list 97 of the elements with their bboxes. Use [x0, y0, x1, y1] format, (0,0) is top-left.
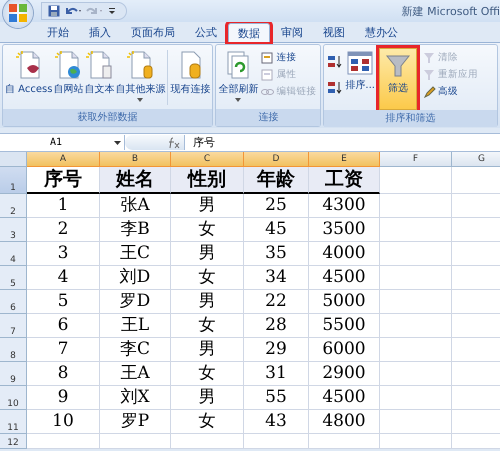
table-cell: 29: [244, 338, 309, 362]
table-cell: 王C: [100, 242, 171, 266]
table-cell: 刘D: [100, 266, 171, 290]
ribbon-button[interactable]: 自其他来源: [115, 48, 166, 104]
table-cell: 男: [171, 194, 244, 218]
table-cell: 5500: [309, 314, 380, 338]
table-cell: 性别: [171, 167, 244, 194]
table-cell: 罗D: [100, 290, 171, 314]
ribbon-button[interactable]: 自网站: [53, 48, 84, 98]
table-cell: 男: [171, 242, 244, 266]
table-cell: 10: [27, 410, 100, 434]
table-cell: 6: [27, 314, 100, 338]
ribbon-tab[interactable]: 开始: [38, 23, 78, 42]
table-cell: 4800: [309, 410, 380, 434]
row-header[interactable]: 12: [0, 434, 27, 449]
group-label: 获取外部数据: [3, 109, 212, 126]
row-header[interactable]: 4: [0, 242, 27, 266]
table-cell: 女: [171, 218, 244, 242]
ribbon-tab[interactable]: 审阅: [272, 23, 312, 42]
table-cell: 2900: [309, 362, 380, 386]
ribbon-button[interactable]: 全部刷新: [218, 48, 258, 104]
table-cell: 43: [244, 410, 309, 434]
row-header[interactable]: 7: [0, 314, 27, 338]
table-cell: 25: [244, 194, 309, 218]
table-cell: 女: [171, 314, 244, 338]
row-header[interactable]: 8: [0, 338, 27, 362]
table-cell: 4500: [309, 386, 380, 410]
table-cell: 6000: [309, 338, 380, 362]
column-header[interactable]: C: [171, 152, 244, 167]
row-header[interactable]: 1: [0, 167, 27, 194]
table-cell: 8: [27, 362, 100, 386]
table-cell: 罗P: [100, 410, 171, 434]
ribbon-button[interactable]: 排序...: [345, 48, 375, 94]
ribbon-button[interactable]: 高级: [420, 84, 480, 99]
table-cell: 31: [244, 362, 309, 386]
table-cell: 55: [244, 386, 309, 410]
ribbon-button[interactable]: 自 Access: [5, 48, 52, 98]
table-cell: 男: [171, 386, 244, 410]
table-cell: 姓名: [100, 167, 171, 194]
table-cell: 34: [244, 266, 309, 290]
ribbon-tab[interactable]: 公式: [186, 23, 226, 42]
window-title: 新建 Microsoft Offi: [402, 4, 500, 18]
column-header[interactable]: G: [452, 152, 500, 167]
table-cell: 男: [171, 290, 244, 314]
ribbon-button[interactable]: 现有连接: [170, 48, 210, 98]
table-cell: 张A: [100, 194, 171, 218]
table-cell: 35: [244, 242, 309, 266]
table-cell: 工资: [309, 167, 380, 194]
table-cell: 4: [27, 266, 100, 290]
row-header[interactable]: 9: [0, 362, 27, 386]
row-header[interactable]: 6: [0, 290, 27, 314]
ribbon-tab[interactable]: 视图: [314, 23, 354, 42]
column-header[interactable]: F: [380, 152, 452, 167]
table-cell: 4300: [309, 194, 380, 218]
table-cell: 3: [27, 242, 100, 266]
ribbon-button[interactable]: 筛选: [378, 48, 417, 110]
table-cell: 4500: [309, 266, 380, 290]
table-cell: 5000: [309, 290, 380, 314]
table-cell: 1: [27, 194, 100, 218]
table-cell: 7: [27, 338, 100, 362]
table-cell: 22: [244, 290, 309, 314]
row-header[interactable]: 2: [0, 194, 27, 218]
ribbon-tab[interactable]: 慧办公: [356, 23, 407, 42]
table-cell: 李C: [100, 338, 171, 362]
table-cell: 9: [27, 386, 100, 410]
column-header[interactable]: A: [27, 152, 100, 167]
row-header[interactable]: 10: [0, 386, 27, 410]
table-cell: 女: [171, 362, 244, 386]
column-header[interactable]: D: [244, 152, 309, 167]
table-cell: 刘X: [100, 386, 171, 410]
ribbon-tab[interactable]: 插入: [80, 23, 120, 42]
ribbon-button[interactable]: 自文本: [84, 48, 114, 98]
table-cell: 5: [27, 290, 100, 314]
group-label: 排序和筛选: [324, 110, 497, 127]
ribbon-tab[interactable]: 页面布局: [122, 23, 184, 42]
table-cell: 28: [244, 314, 309, 338]
column-header[interactable]: B: [100, 152, 171, 167]
formula-field[interactable]: 序号: [185, 135, 215, 150]
group-label: 连接: [216, 109, 320, 126]
table-cell: 李B: [100, 218, 171, 242]
ribbon-tab[interactable]: 数据: [228, 23, 270, 42]
table-cell: 王L: [100, 314, 171, 338]
table-cell: 年龄: [244, 167, 309, 194]
table-cell: 2: [27, 218, 100, 242]
table-cell: 王A: [100, 362, 171, 386]
table-cell: 4000: [309, 242, 380, 266]
name-box[interactable]: A1: [0, 135, 125, 150]
table-cell: 女: [171, 410, 244, 434]
row-header[interactable]: 11: [0, 410, 27, 434]
ribbon-button[interactable]: 连接: [259, 50, 318, 65]
table-cell: 3500: [309, 218, 380, 242]
table-cell: 男: [171, 338, 244, 362]
column-header[interactable]: E: [309, 152, 380, 167]
table-cell: 45: [244, 218, 309, 242]
table-cell: 女: [171, 266, 244, 290]
row-header[interactable]: 5: [0, 266, 27, 290]
row-header[interactable]: 3: [0, 218, 27, 242]
